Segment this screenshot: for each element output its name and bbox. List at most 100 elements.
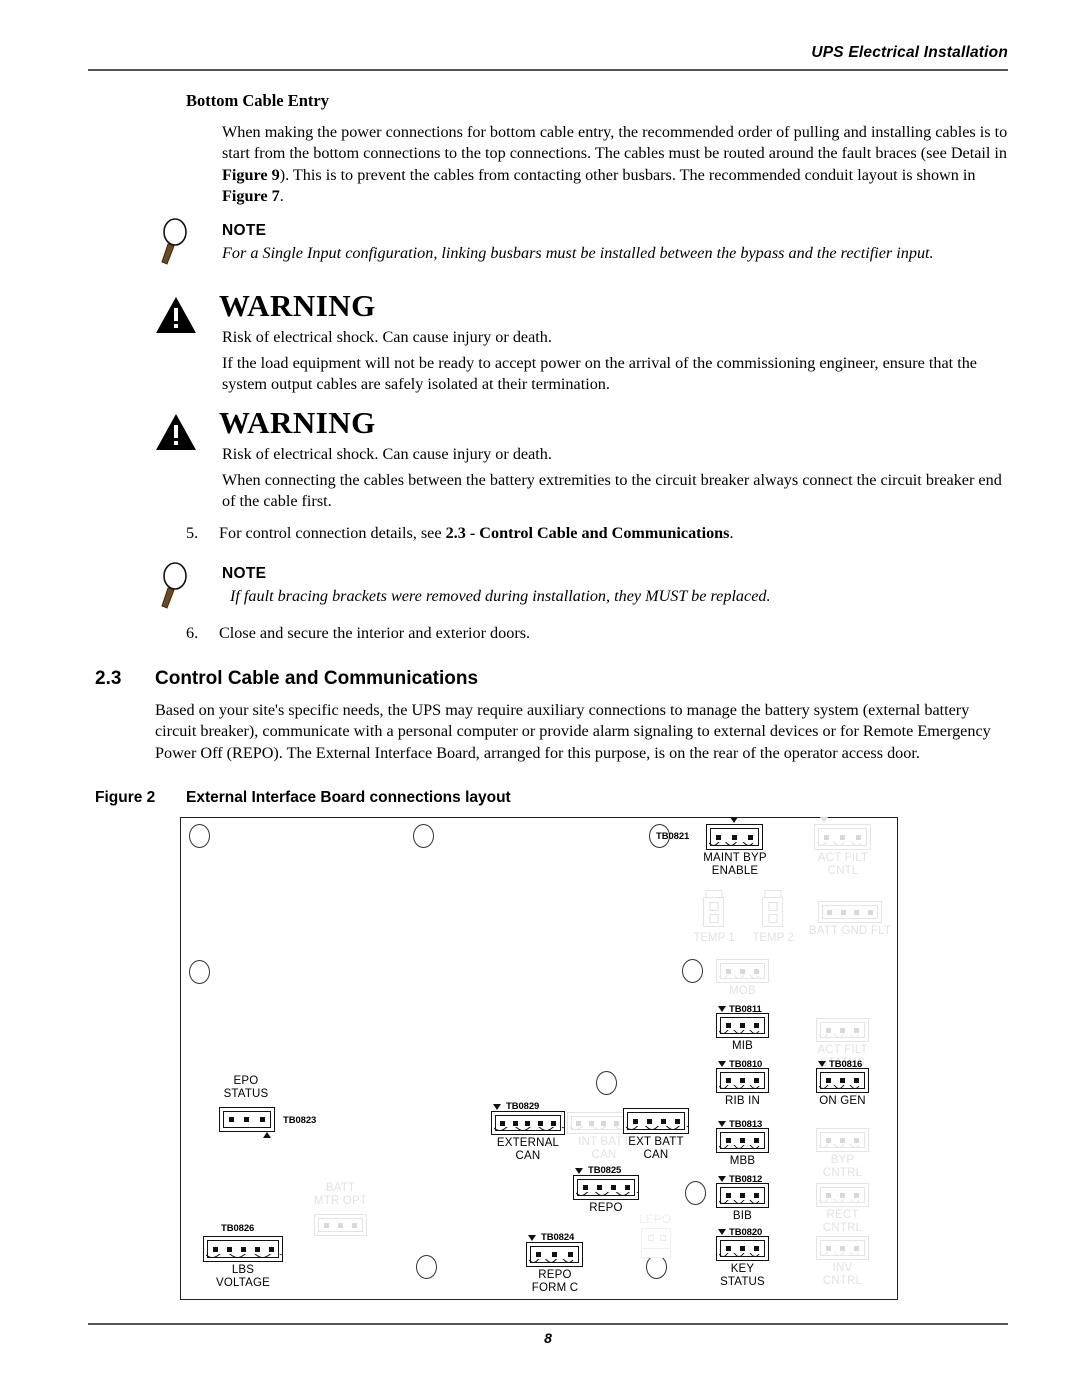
bottom-cable-entry-heading: Bottom Cable Entry	[186, 91, 329, 110]
connector-ext-batt-can[interactable]: EXT BATT CAN	[623, 1108, 689, 1161]
connector-byp-cntrl[interactable]: BYP CNTRL	[816, 1128, 869, 1179]
note2-label: NOTE	[222, 565, 267, 582]
connector-tb0829[interactable]: TB0829 EXTERNAL CAN	[491, 1101, 565, 1162]
list-item-5-number: 5.	[186, 524, 199, 542]
warning-triangle-icon-2	[156, 414, 196, 450]
bce-text-b: ). This is to prevent the cables from co…	[279, 165, 976, 184]
connector-act-filt-status[interactable]: ACT FILT STATUS	[816, 1018, 869, 1069]
magnifier-note-icon	[161, 218, 187, 265]
list-item-6-text: Close and secure the interior and exteri…	[219, 624, 531, 642]
connector-tb0820[interactable]: TB0820 KEY STATUS	[716, 1227, 769, 1288]
bottom-cable-entry-paragraph: When making the power connections for bo…	[222, 122, 1008, 208]
warning1-line1: Risk of electrical shock. Can cause inju…	[222, 328, 552, 346]
mounting-hole	[646, 1255, 667, 1279]
connector-tb0820-label: KEY STATUS	[720, 1263, 765, 1288]
connector-tb0821-label: MAINT BYP ENABLE	[703, 852, 767, 877]
connector-tb0813[interactable]: TB0813 MBB	[716, 1119, 769, 1167]
warning1-line2: If the load equipment will not be ready …	[222, 354, 977, 394]
connector-inv-cntrl-label: INV CNTRL	[822, 1262, 863, 1287]
connector-temp-2-label: TEMP 2	[752, 932, 794, 944]
connector-tb0821[interactable]: TB0821 MAINT BYP ENABLE	[656, 817, 767, 877]
connector-batt-mtr-opt[interactable]: BATT MTR OPT	[314, 1182, 367, 1236]
polarity-marker-icon	[718, 1061, 726, 1067]
section-paragraph: Based on your site's specific needs, the…	[155, 701, 991, 762]
connector-batt-gnd-flt[interactable]: BATT GND FLT	[809, 901, 891, 937]
header-rule	[88, 69, 1008, 71]
warning2-line2: When connecting the cables between the b…	[222, 471, 1002, 511]
connector-tb0823[interactable]: EPO STATUS TB0823	[219, 1075, 316, 1138]
polarity-marker-icon	[528, 1235, 536, 1241]
mounting-hole	[413, 824, 434, 848]
list-item-6: 6. Close and secure the interior and ext…	[186, 623, 1008, 644]
polarity-marker-icon	[820, 817, 828, 823]
warning2-label: WARNING	[219, 405, 376, 440]
connector-batt-gnd-flt-label: BATT GND FLT	[808, 925, 892, 937]
connector-ext-batt-can-label: EXT BATT CAN	[628, 1136, 684, 1161]
polarity-marker-icon	[818, 1061, 826, 1067]
list-item-5: 5. For control connection details, see 2…	[186, 523, 1008, 544]
connector-tb0825[interactable]: TB0825 REPO	[573, 1165, 639, 1214]
connector-lepo[interactable]: LEPO	[639, 1212, 671, 1258]
note1-label: NOTE	[222, 222, 267, 239]
polarity-marker-icon	[718, 1121, 726, 1127]
connector-tb0825-label: REPO	[589, 1202, 623, 1214]
fig7-ref: Figure 7	[222, 187, 280, 206]
connector-tb0826-code: TB0826	[221, 1223, 255, 1234]
mounting-hole	[685, 1181, 706, 1205]
connector-tb0826[interactable]: TB0826 LBS VOLTAGE	[203, 1223, 283, 1289]
connector-tb0810[interactable]: TB0810 RIB IN	[716, 1059, 769, 1107]
connector-tb0812[interactable]: TB0812 BIB	[716, 1174, 769, 1222]
mounting-hole	[189, 960, 210, 984]
note1-text: For a Single Input configuration, linkin…	[222, 244, 934, 262]
mounting-hole	[189, 824, 210, 848]
mounting-hole	[682, 959, 703, 983]
connector-byp-cntrl-label: BYP CNTRL	[822, 1154, 863, 1179]
connector-temp-2[interactable]: TEMP 2	[752, 890, 794, 944]
connector-rect-cntrl-label: RECT CNTRL	[822, 1209, 863, 1234]
magnifier-note-icon-2	[161, 562, 187, 609]
polarity-marker-icon	[730, 817, 738, 823]
polarity-marker-icon	[263, 1132, 271, 1138]
external-interface-board-diagram: TB0821 MAINT BYP ENABLE ACT FILT CNTL TE…	[180, 817, 898, 1300]
fig9-ref: Figure 9	[222, 165, 280, 184]
connector-tb0811[interactable]: TB0811 MIB	[716, 1004, 769, 1052]
connector-rect-cntrl[interactable]: RECT CNTRL	[816, 1183, 869, 1234]
connector-act-filt-cntl-label: ACT FILT CNTL	[817, 852, 869, 877]
connector-lepo-label: LEPO	[639, 1212, 672, 1226]
document-page: UPS Electrical Installation Bottom Cable…	[0, 0, 1080, 1397]
bce-text-c: .	[279, 187, 284, 206]
connector-tb0824[interactable]: TB0824 REPO FORM C	[526, 1232, 583, 1294]
polarity-marker-icon	[718, 1006, 726, 1012]
list-item-5-text: For control connection details, see 2.3 …	[219, 523, 1008, 544]
connector-tb0816-label: ON GEN	[819, 1095, 866, 1107]
polarity-marker-icon	[493, 1104, 501, 1110]
polarity-marker-icon	[718, 1229, 726, 1235]
connector-tb0813-label: MBB	[729, 1155, 756, 1167]
connector-tb0811-label: MIB	[731, 1040, 754, 1052]
connector-tb0812-label: BIB	[732, 1210, 753, 1222]
connector-tb0821-code: TB0821	[656, 831, 690, 842]
connector-act-filt-cntl[interactable]: ACT FILT CNTL	[814, 817, 871, 877]
connector-tb0826-label: LBS VOLTAGE	[215, 1264, 270, 1289]
connector-wave	[709, 842, 754, 846]
connector-temp-1[interactable]: TEMP 1	[693, 890, 735, 944]
section-title: Control Cable and Communications	[155, 668, 479, 689]
connector-tb0810-label: RIB IN	[724, 1095, 761, 1107]
connector-tb0824-label: REPO FORM C	[531, 1269, 579, 1294]
header-title: UPS Electrical Installation	[811, 44, 1008, 61]
connector-tb0823-code: TB0823	[283, 1115, 317, 1126]
connector-tb0816[interactable]: TB0816 ON GEN	[816, 1059, 869, 1107]
mounting-hole	[416, 1255, 437, 1279]
warning-triangle-icon	[156, 297, 196, 333]
bce-text-a: When making the power connections for bo…	[222, 123, 1008, 163]
list-item-6-number: 6.	[186, 624, 199, 642]
connector-inv-cntrl[interactable]: INV CNTRL	[816, 1236, 869, 1287]
connector-mob[interactable]: MOB	[716, 959, 769, 997]
mounting-hole	[596, 1071, 617, 1095]
footer-rule	[88, 1323, 1008, 1325]
polarity-marker-icon	[718, 1176, 726, 1182]
note2-text: If fault bracing brackets were removed d…	[230, 587, 771, 605]
polarity-marker-icon	[575, 1168, 583, 1174]
page-header: UPS Electrical Installation	[88, 44, 1008, 62]
item5-ref: 2.3 - Control Cable and Communications	[445, 524, 730, 542]
